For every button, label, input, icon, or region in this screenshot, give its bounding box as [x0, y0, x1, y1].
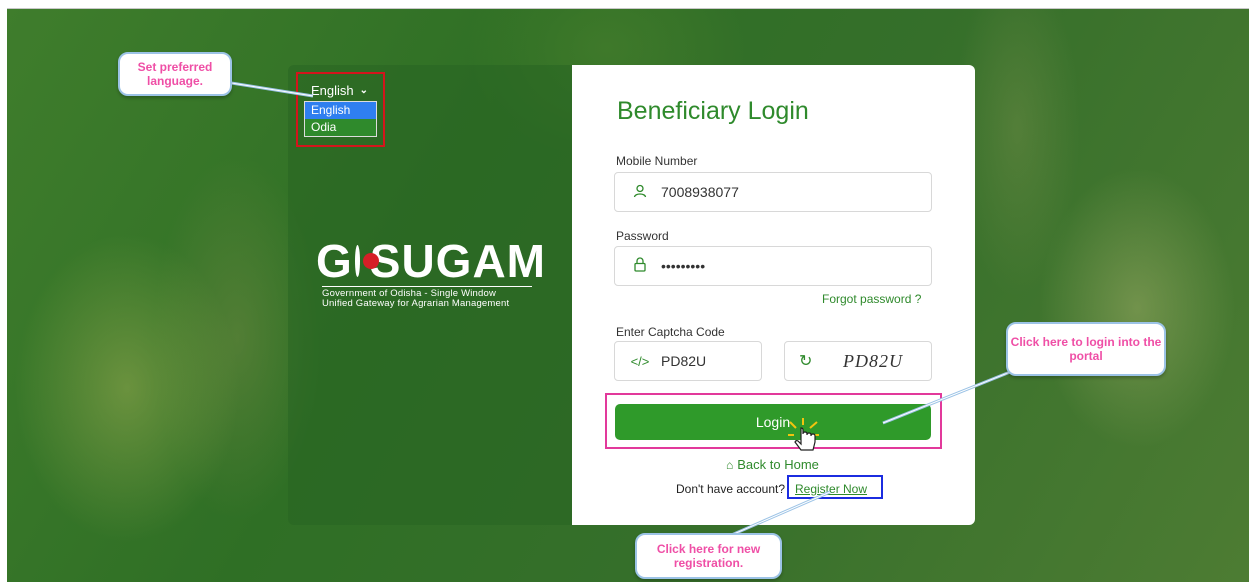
captcha-input[interactable]: </> PD82U: [614, 341, 762, 381]
login-highlight-box: [605, 393, 942, 449]
logo-wordmark: G SUGAM: [316, 238, 546, 284]
back-home-label: Back to Home: [737, 457, 819, 472]
password-field[interactable]: •••••••••: [614, 246, 932, 286]
logo-letter-g: G: [316, 235, 353, 287]
captcha-value: PD82U: [661, 353, 707, 369]
account-prompt: Don't have account?: [676, 482, 786, 496]
mobile-value: 7008938077: [661, 184, 739, 200]
captcha-image-text: PD82U: [843, 350, 903, 371]
hand-pointer-icon: [788, 418, 819, 451]
captcha-image: ↻ PD82U: [784, 341, 932, 381]
forgot-password-link[interactable]: Forgot password ?: [822, 292, 921, 306]
language-highlight-box: [296, 72, 385, 147]
captcha-label: Enter Captcha Code: [616, 325, 725, 339]
user-icon: [629, 184, 651, 201]
refresh-icon[interactable]: ↻: [799, 351, 819, 371]
logo-tagline-2: Unified Gateway for Agrarian Management: [322, 298, 510, 309]
mobile-label: Mobile Number: [616, 154, 698, 168]
register-highlight-box: [787, 475, 883, 499]
callout-login: Click here to login into the portal: [1006, 322, 1166, 376]
callout-language: Set preferred language.: [118, 52, 232, 96]
logo-word-sugam: SUGAM: [369, 235, 546, 287]
password-label: Password: [616, 229, 669, 243]
code-icon: </>: [630, 353, 650, 369]
login-title: Beneficiary Login: [617, 97, 809, 125]
home-icon: ⌂: [726, 458, 734, 472]
logo-o-mark: [354, 245, 379, 277]
mobile-field[interactable]: 7008938077: [614, 172, 932, 212]
go-sugam-logo: G SUGAM Government of Odisha - Single Wi…: [316, 238, 546, 309]
callout-register: Click here for new registration.: [635, 533, 782, 579]
lock-icon: [629, 257, 651, 275]
back-to-home-link[interactable]: ⌂ Back to Home: [726, 457, 819, 472]
password-value: •••••••••: [661, 258, 706, 274]
